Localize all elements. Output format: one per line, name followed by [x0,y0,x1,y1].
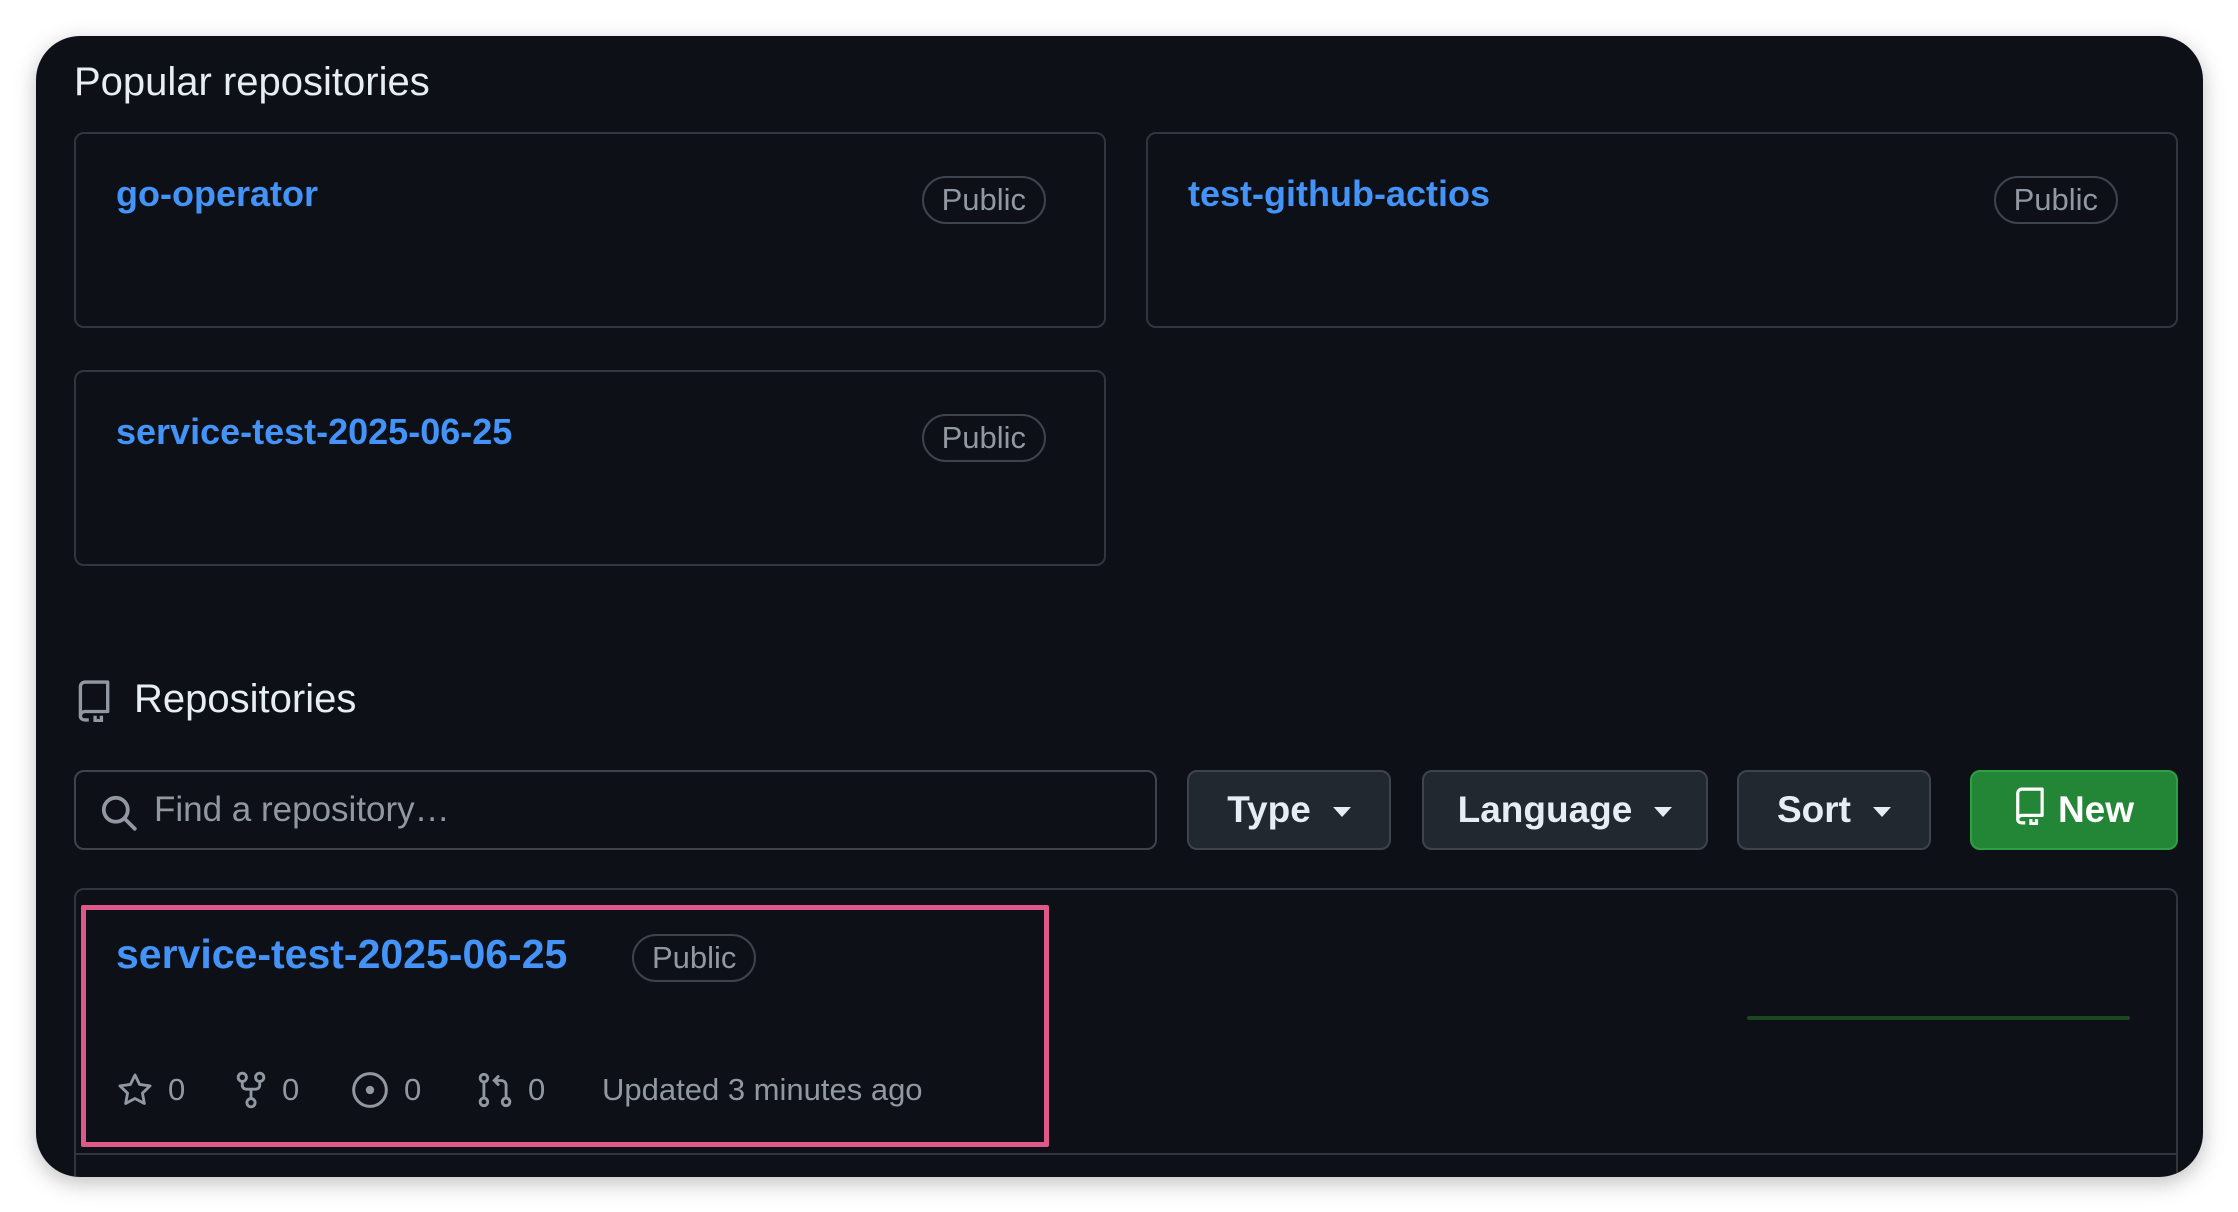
popular-repo-card: service-test-2025-06-25 Public [74,370,1106,566]
caret-down-icon [1332,807,1351,817]
repo-link[interactable]: service-test-2025-06-25 [116,930,567,978]
visibility-badge: Public [921,176,1046,224]
pull-requests-count[interactable]: 0 [476,1070,545,1110]
pull-request-icon [476,1070,514,1110]
star-icon [116,1071,154,1109]
visibility-badge: Public [1993,176,2118,224]
fork-icon [234,1071,268,1109]
repo-icon [76,680,110,727]
sort-filter-button[interactable]: Sort [1737,770,1931,850]
repo-link[interactable]: test-github-actios [1188,172,1490,216]
visibility-badge: Public [921,414,1046,462]
stars-count[interactable]: 0 [116,1070,185,1110]
repo-link[interactable]: service-test-2025-06-25 [116,410,512,454]
find-repository-search [74,770,1157,850]
popular-repositories-heading: Popular repositories [74,60,430,104]
new-button-label: New [2057,789,2135,830]
caret-down-icon [1873,807,1891,817]
search-input[interactable] [154,780,1134,840]
profile-window: Popular repositories go-operator Public … [36,36,2203,1177]
issues-count[interactable]: 0 [350,1070,421,1110]
repositories-heading: Repositories [134,677,357,721]
repo-icon [2014,787,2044,834]
type-filter-label: Type [1227,789,1311,830]
language-filter-label: Language [1457,789,1633,830]
issue-icon [350,1070,390,1110]
language-filter-button[interactable]: Language [1422,770,1708,850]
sort-filter-label: Sort [1777,789,1851,830]
caret-down-icon [1654,807,1673,817]
type-filter-button[interactable]: Type [1187,770,1391,850]
popular-repo-card: test-github-actios Public [1146,132,2178,328]
row-divider [76,1153,2176,1155]
popular-repo-card: go-operator Public [74,132,1106,328]
updated-timestamp: Updated 3 minutes ago [602,1072,923,1107]
repo-link[interactable]: go-operator [116,172,318,216]
search-icon [100,794,138,837]
activity-sparkline [1747,1016,2130,1020]
new-repository-button[interactable]: New [1970,770,2178,850]
visibility-badge: Public [632,934,757,982]
forks-count[interactable]: 0 [234,1070,299,1110]
